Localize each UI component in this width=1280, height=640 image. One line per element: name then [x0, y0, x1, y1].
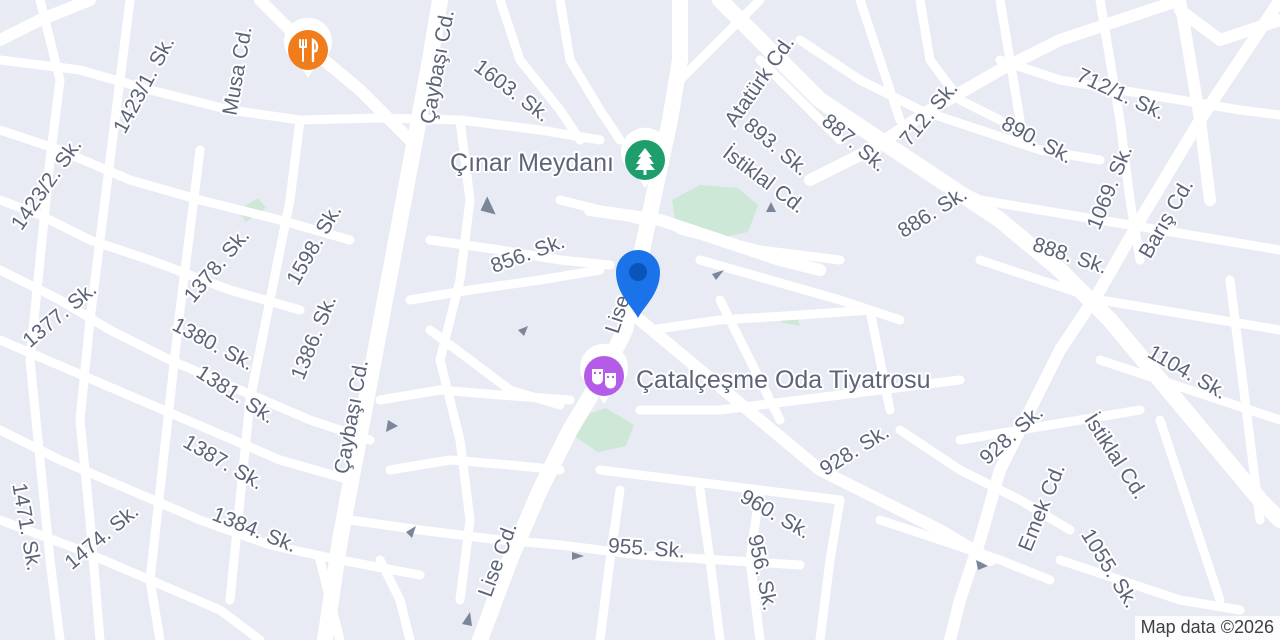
street-label: 1598. Sk. — [282, 201, 346, 289]
map-svg: Atatürk Cd. İstiklal Cd. İstiklal Cd. Ça… — [0, 0, 1280, 640]
one-way-arrow-icon — [480, 196, 496, 215]
one-way-arrow-icon — [386, 420, 398, 432]
street-label: 886. Sk. — [894, 182, 972, 242]
street-label: 856. Sk. — [488, 230, 568, 278]
street-label: 928. Sk. — [816, 420, 894, 480]
street-label: 712. Sk. — [895, 77, 962, 151]
street-label: Emek Cd. — [1014, 461, 1070, 555]
one-way-arrow-icon — [712, 270, 724, 280]
street-label: 955. Sk. — [607, 534, 685, 562]
street-label: 1381. Sk. — [192, 361, 279, 429]
map-attribution: Map data ©2026 — [1134, 616, 1280, 640]
poi-label[interactable]: Çatalçeşme Oda Tiyatrosu — [634, 364, 933, 396]
one-way-arrow-icon — [462, 612, 472, 626]
map-canvas[interactable]: Atatürk Cd. İstiklal Cd. İstiklal Cd. Ça… — [0, 0, 1280, 640]
street-label: Musa Cd. — [218, 25, 256, 118]
one-way-arrow-icon — [518, 326, 528, 336]
fork-knife-icon[interactable] — [284, 17, 332, 78]
one-way-arrow-icon — [766, 202, 776, 212]
street-label: İstiklal Cd. — [1079, 410, 1151, 504]
poi-label[interactable]: Çınar Meydanı — [448, 147, 616, 179]
one-way-arrow-icon — [572, 552, 584, 560]
